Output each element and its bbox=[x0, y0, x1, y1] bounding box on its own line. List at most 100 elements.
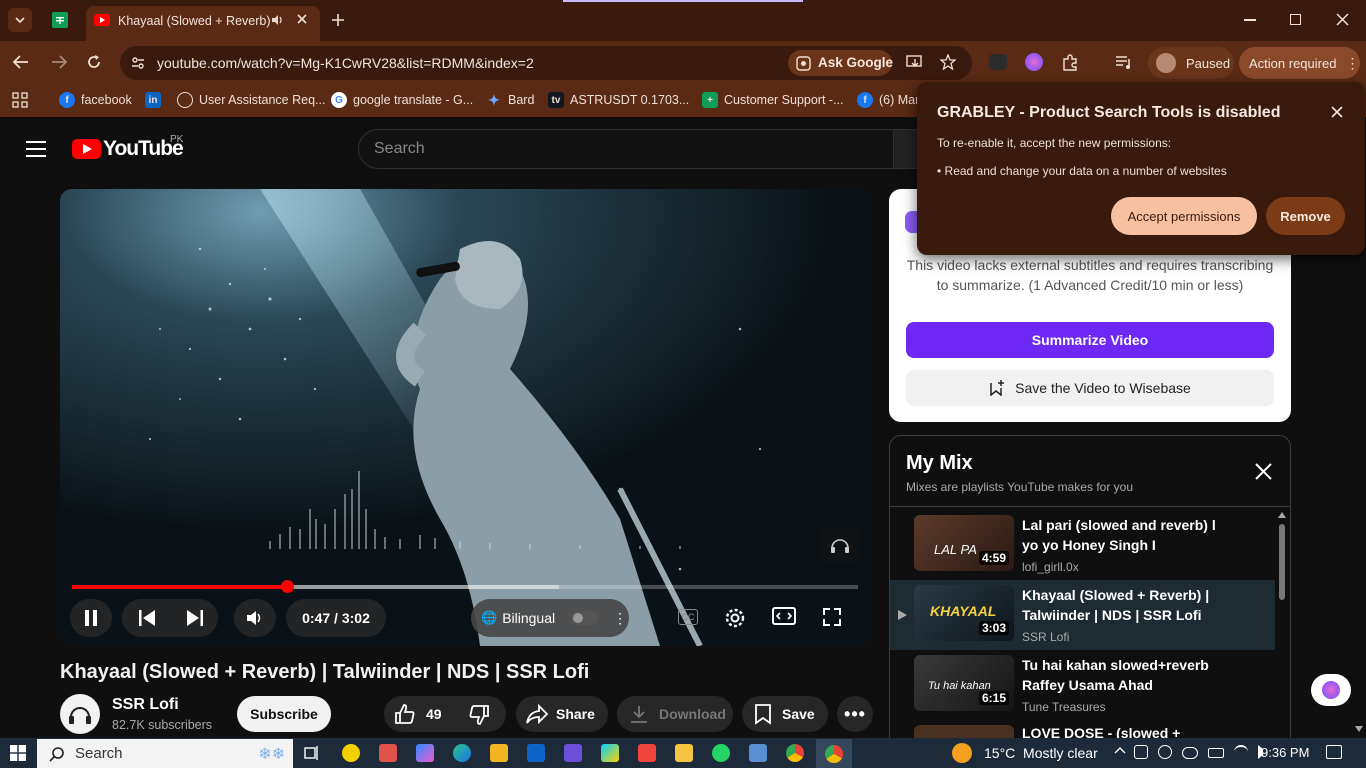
anydesk-icon[interactable] bbox=[638, 744, 656, 762]
reload-button[interactable] bbox=[86, 54, 102, 70]
whatsapp-icon[interactable] bbox=[712, 744, 730, 762]
norton-icon[interactable] bbox=[342, 744, 360, 762]
save-button[interactable]: Save bbox=[742, 696, 828, 732]
ai-assistant-button[interactable] bbox=[1311, 674, 1351, 706]
accept-permissions-button[interactable]: Accept permissions bbox=[1111, 197, 1257, 235]
more-actions-button[interactable]: ••• bbox=[837, 696, 873, 732]
action-required-button[interactable]: Action required ⋮ bbox=[1239, 47, 1360, 79]
mix-thumbnail[interactable]: KHAYAAL 3:03 bbox=[914, 585, 1014, 641]
bookmark-facebook[interactable]: f facebook bbox=[59, 92, 132, 108]
next-button[interactable] bbox=[186, 609, 204, 627]
pause-button[interactable] bbox=[70, 599, 112, 637]
weather-text[interactable]: 15°C Mostly clear bbox=[984, 745, 1098, 761]
back-button[interactable] bbox=[12, 54, 30, 70]
app-icon[interactable] bbox=[564, 744, 582, 762]
more-options-icon[interactable]: ⋮ bbox=[613, 610, 627, 627]
taskbar-search-box[interactable]: Search ❄❄ bbox=[37, 739, 293, 768]
save-to-wisebase-button[interactable]: Save the Video to Wisebase bbox=[906, 370, 1274, 406]
close-mix-button[interactable] bbox=[1255, 463, 1272, 480]
mix-thumbnail[interactable]: LAL PA 4:59 bbox=[914, 515, 1014, 571]
site-info-icon[interactable] bbox=[130, 55, 146, 71]
tray-chevron-up-icon[interactable] bbox=[1114, 746, 1126, 754]
weather-icon[interactable] bbox=[952, 743, 972, 763]
volume-button[interactable] bbox=[234, 599, 276, 637]
paint-icon[interactable] bbox=[379, 744, 397, 762]
youtube-search-input[interactable] bbox=[358, 129, 898, 169]
toggle-switch[interactable] bbox=[571, 611, 600, 625]
notifications-icon[interactable] bbox=[1326, 745, 1342, 759]
dislike-button[interactable] bbox=[468, 704, 490, 726]
tab-search-button[interactable] bbox=[8, 8, 32, 32]
minimize-button[interactable] bbox=[1244, 19, 1256, 21]
clock-time[interactable]: 9:36 PM bbox=[1261, 745, 1309, 760]
popup-close-button[interactable] bbox=[1331, 106, 1343, 118]
previous-button[interactable] bbox=[138, 609, 156, 627]
bookmark-astrusdt[interactable]: tv ASTRUSDT 0.1703... bbox=[548, 92, 689, 108]
share-button[interactable]: Share bbox=[516, 696, 608, 732]
bookmark-google-translate[interactable]: G google translate - G... bbox=[331, 92, 473, 108]
theater-icon bbox=[772, 607, 796, 625]
mix-thumbnail[interactable] bbox=[914, 725, 1014, 738]
channel-name[interactable]: SSR Lofi bbox=[112, 696, 179, 714]
fullscreen-button[interactable] bbox=[822, 607, 842, 627]
chrome-active-icon[interactable] bbox=[816, 739, 852, 768]
restore-button[interactable] bbox=[1290, 14, 1301, 25]
extensions-puzzle-icon[interactable] bbox=[1061, 54, 1079, 72]
like-button[interactable]: 49 bbox=[394, 703, 442, 725]
profile-paused-label: Paused bbox=[1186, 55, 1231, 71]
scroll-up-arrow[interactable] bbox=[1278, 512, 1286, 518]
scrollbar-thumb[interactable] bbox=[1279, 524, 1285, 600]
bookmark-customer-support[interactable]: + Customer Support -... bbox=[702, 92, 844, 108]
summarize-video-button[interactable]: Summarize Video bbox=[906, 322, 1274, 358]
windows-start-icon[interactable] bbox=[10, 745, 26, 761]
profile-paused-button[interactable]: Paused bbox=[1148, 47, 1234, 79]
play-store-icon[interactable] bbox=[601, 744, 619, 762]
forward-button[interactable] bbox=[50, 54, 68, 70]
task-view-icon[interactable] bbox=[304, 745, 320, 761]
bookmark-star-icon[interactable] bbox=[940, 54, 956, 70]
sheets-tab-icon[interactable] bbox=[52, 12, 68, 28]
extension-link-icon[interactable] bbox=[989, 54, 1007, 70]
page-scroll-down-arrow[interactable] bbox=[1355, 726, 1363, 732]
download-button[interactable]: Download bbox=[617, 696, 733, 732]
apps-grid-icon[interactable] bbox=[12, 92, 28, 108]
save-to-wisebase-label: Save the Video to Wisebase bbox=[1015, 380, 1191, 396]
youtube-logo[interactable]: YouTube bbox=[72, 137, 184, 161]
edge-icon[interactable] bbox=[453, 744, 471, 762]
outlook-icon[interactable] bbox=[527, 744, 545, 762]
bilingual-toggle[interactable]: 🌐 Bilingual ⋮ bbox=[471, 599, 629, 637]
theater-mode-button[interactable] bbox=[772, 607, 796, 625]
bookmark-label: (6) Mar bbox=[879, 93, 920, 107]
mix-thumbnail[interactable]: Tu hai kahan 6:15 bbox=[914, 655, 1014, 711]
install-app-icon[interactable] bbox=[906, 54, 924, 70]
remote-desktop-icon[interactable] bbox=[749, 744, 767, 762]
hamburger-menu-icon[interactable] bbox=[26, 141, 46, 157]
subscribe-button[interactable]: Subscribe bbox=[237, 696, 331, 732]
progress-track[interactable] bbox=[72, 580, 858, 593]
captions-button[interactable]: CC bbox=[678, 609, 698, 625]
video-player[interactable]: 0:47 / 3:02 🌐 Bilingual ⋮ CC bbox=[60, 189, 872, 646]
close-window-button[interactable] bbox=[1336, 13, 1349, 26]
watermark-headphones-icon bbox=[822, 527, 858, 563]
new-tab-button[interactable] bbox=[330, 12, 346, 28]
copilot-icon[interactable] bbox=[416, 744, 434, 762]
tray-icons[interactable] bbox=[1134, 745, 1272, 759]
bookmark-user-assistance[interactable]: User Assistance Req... bbox=[177, 92, 325, 108]
chrome-icon[interactable] bbox=[786, 744, 804, 762]
file-explorer-icon[interactable] bbox=[675, 744, 693, 762]
extension-brain-icon[interactable] bbox=[1025, 53, 1043, 71]
bookmark-linkedin[interactable]: in bbox=[145, 92, 161, 108]
store-icon[interactable] bbox=[490, 744, 508, 762]
settings-button[interactable] bbox=[716, 599, 754, 637]
bookmark-bard[interactable]: ✦ Bard bbox=[486, 92, 534, 108]
channel-avatar[interactable] bbox=[60, 694, 100, 734]
remove-extension-button[interactable]: Remove bbox=[1266, 197, 1345, 235]
close-tab-icon[interactable] bbox=[296, 13, 308, 25]
scrubber-handle[interactable] bbox=[280, 580, 294, 593]
remove-label: Remove bbox=[1280, 208, 1331, 224]
speaker-icon[interactable] bbox=[270, 13, 284, 27]
search-placeholder: Search bbox=[374, 140, 425, 157]
media-controls-icon[interactable] bbox=[1115, 55, 1133, 69]
video-title: Khayaal (Slowed + Reverb) | Talwiinder |… bbox=[60, 661, 590, 683]
bookmark-marketplace[interactable]: f (6) Mar bbox=[857, 92, 919, 108]
